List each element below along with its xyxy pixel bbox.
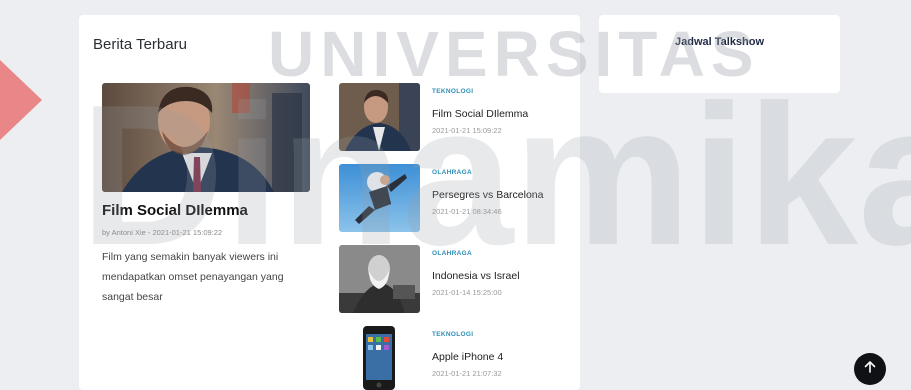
- list-item-category[interactable]: TEKNOLOGI: [432, 88, 473, 95]
- featured-image[interactable]: [102, 83, 310, 192]
- latest-news-card: Berita Terbaru Film Social DIlemma by An…: [79, 15, 580, 390]
- arrow-up-icon: [863, 360, 877, 379]
- featured-meta: by Antoni Xie - 2021-01-21 15:09:22: [102, 228, 223, 237]
- featured-excerpt: Film yang semakin banyak viewers ini men…: [102, 251, 284, 303]
- list-item-title[interactable]: Indonesia vs Israel: [432, 270, 520, 282]
- list-item-thumbnail[interactable]: [339, 326, 420, 390]
- list-item[interactable]: OLAHRAGA Indonesia vs Israel 2021-01-14 …: [339, 245, 569, 320]
- list-item-title[interactable]: Apple iPhone 4: [432, 351, 503, 363]
- list-item-category[interactable]: OLAHRAGA: [432, 169, 472, 176]
- list-item-thumbnail[interactable]: [339, 245, 420, 313]
- talkshow-title: Jadwal Talkshow: [675, 36, 765, 48]
- list-item-category[interactable]: TEKNOLOGI: [432, 331, 473, 338]
- featured-title[interactable]: Film Social DIlemma: [102, 202, 248, 219]
- list-item-date: 2021-01-21 08:34:46: [432, 207, 502, 216]
- list-item-category[interactable]: OLAHRAGA: [432, 250, 472, 257]
- scroll-to-top-button[interactable]: [854, 353, 886, 385]
- list-item-thumbnail[interactable]: [339, 164, 420, 232]
- list-item-thumbnail[interactable]: [339, 83, 420, 151]
- talkshow-card: Jadwal Talkshow: [599, 15, 840, 93]
- list-item-title[interactable]: Film Social DIlemma: [432, 108, 528, 120]
- list-item-title[interactable]: Persegres vs Barcelona: [432, 189, 543, 201]
- list-item[interactable]: OLAHRAGA Persegres vs Barcelona 2021-01-…: [339, 164, 569, 239]
- list-item-date: 2021-01-21 21:07:32: [432, 369, 502, 378]
- section-title: Berita Terbaru: [93, 36, 187, 53]
- list-item[interactable]: TEKNOLOGI Apple iPhone 4 2021-01-21 21:0…: [339, 326, 569, 390]
- list-item[interactable]: TEKNOLOGI Film Social DIlemma 2021-01-21…: [339, 83, 569, 158]
- list-item-date: 2021-01-14 15:25:00: [432, 288, 502, 297]
- list-item-date: 2021-01-21 15:09:22: [432, 126, 502, 135]
- page: Berita Terbaru Film Social DIlemma by An…: [0, 0, 911, 390]
